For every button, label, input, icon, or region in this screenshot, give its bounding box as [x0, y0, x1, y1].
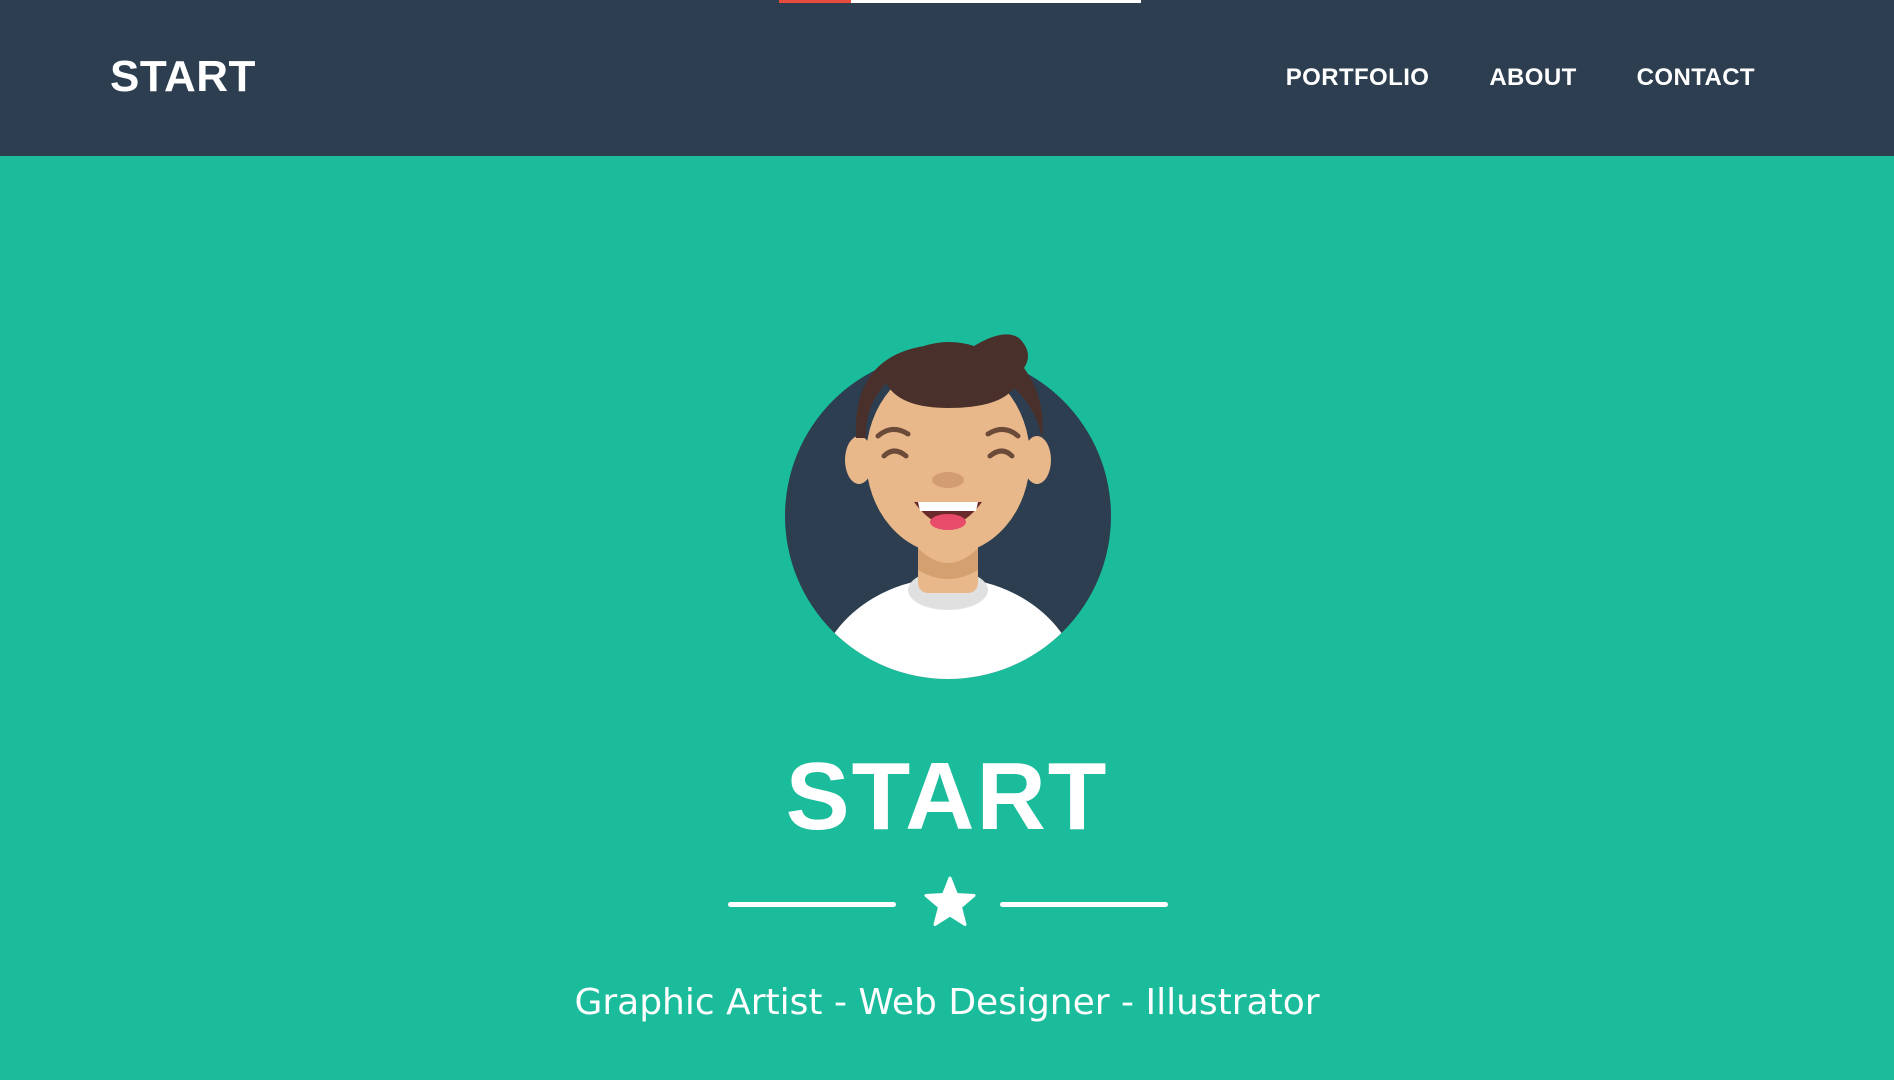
hero-title: START [785, 743, 1109, 850]
main-nav: PORTFOLIO ABOUT CONTACT [1286, 64, 1755, 92]
avatar-profile-illustration [785, 334, 1111, 679]
star-divider [728, 876, 1168, 932]
nav-item-contact[interactable]: CONTACT [1637, 64, 1755, 92]
nav-item-about[interactable]: ABOUT [1489, 64, 1576, 92]
page-loading-bar [779, 0, 1141, 3]
divider-line-right [1000, 902, 1168, 907]
loading-bar-track [851, 0, 1141, 3]
loading-bar-progress [779, 0, 851, 3]
divider-line-left [728, 902, 896, 907]
brand-link[interactable]: START [110, 52, 256, 102]
nav-item-portfolio[interactable]: PORTFOLIO [1286, 64, 1430, 92]
navbar: START PORTFOLIO ABOUT CONTACT [0, 0, 1894, 156]
hero-subtitle: Graphic Artist - Web Designer - Illustra… [574, 982, 1320, 1023]
star-icon [924, 876, 976, 926]
